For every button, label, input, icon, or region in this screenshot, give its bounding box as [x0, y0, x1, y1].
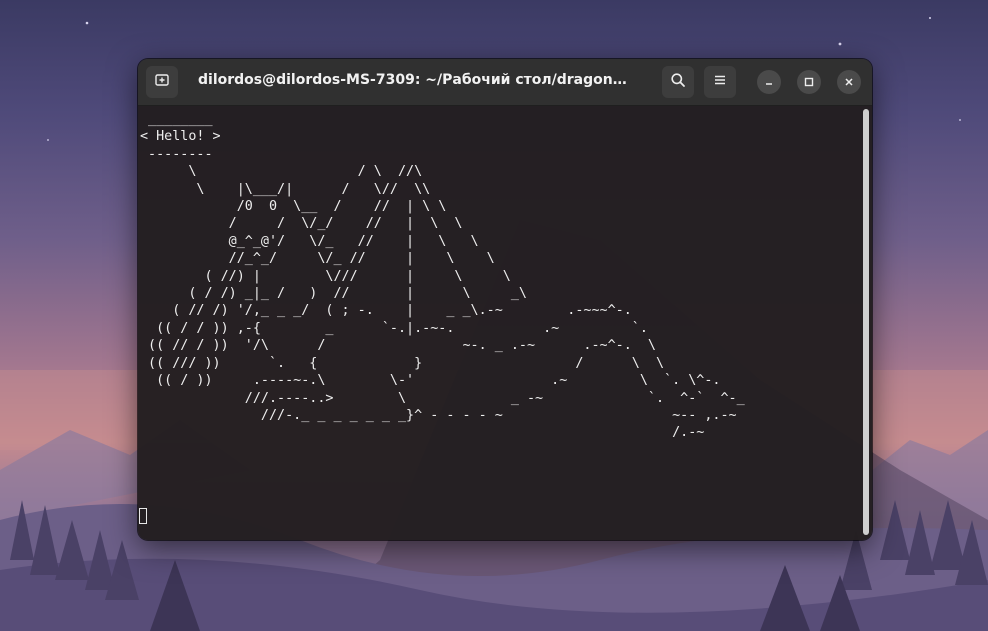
window-title: dilordos@dilordos-MS-7309: ~/Рабочий сто… — [198, 72, 638, 88]
vertical-scrollbar[interactable] — [863, 109, 869, 535]
menu-button[interactable] — [704, 66, 736, 98]
title-bar[interactable]: dilordos@dilordos-MS-7309: ~/Рабочий сто… — [138, 59, 872, 106]
search-button[interactable] — [662, 66, 694, 98]
minimize-button[interactable] — [757, 70, 781, 94]
terminal-content-area[interactable]: ________ < Hello! > -------- \ / \ //\ \… — [138, 106, 872, 540]
new-tab-icon — [154, 72, 170, 92]
new-tab-button[interactable] — [146, 66, 178, 98]
text-cursor — [139, 508, 147, 524]
hamburger-menu-icon — [712, 72, 728, 92]
search-icon — [670, 72, 686, 92]
minimize-icon — [763, 73, 775, 92]
close-icon — [843, 73, 855, 92]
terminal-output-text: ________ < Hello! > -------- \ / \ //\ \… — [140, 112, 745, 441]
close-button[interactable] — [837, 70, 861, 94]
maximize-icon — [803, 73, 815, 92]
terminal-window[interactable]: dilordos@dilordos-MS-7309: ~/Рабочий сто… — [138, 59, 872, 540]
desktop-wallpaper: dilordos@dilordos-MS-7309: ~/Рабочий сто… — [0, 0, 988, 631]
maximize-button[interactable] — [797, 70, 821, 94]
